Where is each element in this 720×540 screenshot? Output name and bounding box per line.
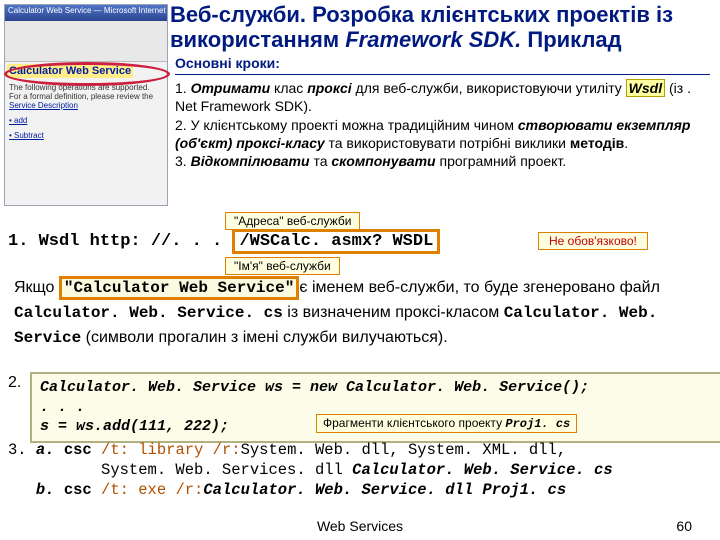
thumb-op-add: • add (5, 113, 167, 128)
compile-commands: 3. a. csc /t: library /r:System. Web. dl… (8, 440, 712, 500)
explanation-text: Якщо "Calculator Web Service"є іменем ве… (14, 276, 710, 350)
steps-header: Основні кроки: (175, 54, 710, 75)
steps-box: Основні кроки: 1. Отримати клас проксі д… (175, 54, 710, 170)
page-number: 60 (676, 518, 692, 534)
address-label: "Адреса" веб-служби (225, 212, 360, 230)
wsdl-prefix: 1. Wsdl http: //. . . (8, 232, 222, 251)
step-2: 2. У клієнтському проекті можна традицій… (175, 116, 710, 152)
service-name-box: "Calculator Web Service" (59, 276, 299, 300)
thumb-toolbar (5, 21, 167, 62)
wsdl-address-box: /WSCalc. asmx? WSDL (232, 229, 440, 254)
step-number-2: 2. (8, 374, 21, 392)
slide-title: Веб-служби. Розробка клієнтських проекті… (170, 2, 710, 53)
step-3: 3. Відкомпілювати та скомпонувати програ… (175, 152, 710, 170)
browser-thumbnail: Calculator Web Service — Microsoft Inter… (4, 4, 168, 206)
code-line-1: Calculator. Web. Service ws = new Calcul… (40, 378, 714, 398)
thumb-desc: The following operations are supported. … (5, 80, 167, 113)
thumb-op-subtract: • Subtract (5, 128, 167, 143)
footer-title: Web Services (0, 518, 720, 534)
thumb-titlebar: Calculator Web Service — Microsoft Inter… (5, 5, 167, 21)
wsdl-command: 1. Wsdl http: //. . . /WSCalc. asmx? WSD… (8, 232, 708, 251)
cmd-3a: 3. a. csc /t: library /r:System. Web. dl… (8, 440, 712, 480)
fragment-caption: Фрагменти клієнтського проекту Proj1. cs (316, 414, 577, 433)
step-1: 1. Отримати клас проксі для веб-служби, … (175, 79, 710, 115)
thumb-service-link: Calculator Web Service (7, 64, 133, 78)
cmd-3b: b. csc /t: exe /r:Calculator. Web. Servi… (8, 480, 712, 500)
name-label: "Ім'я" веб-служби (225, 257, 340, 275)
